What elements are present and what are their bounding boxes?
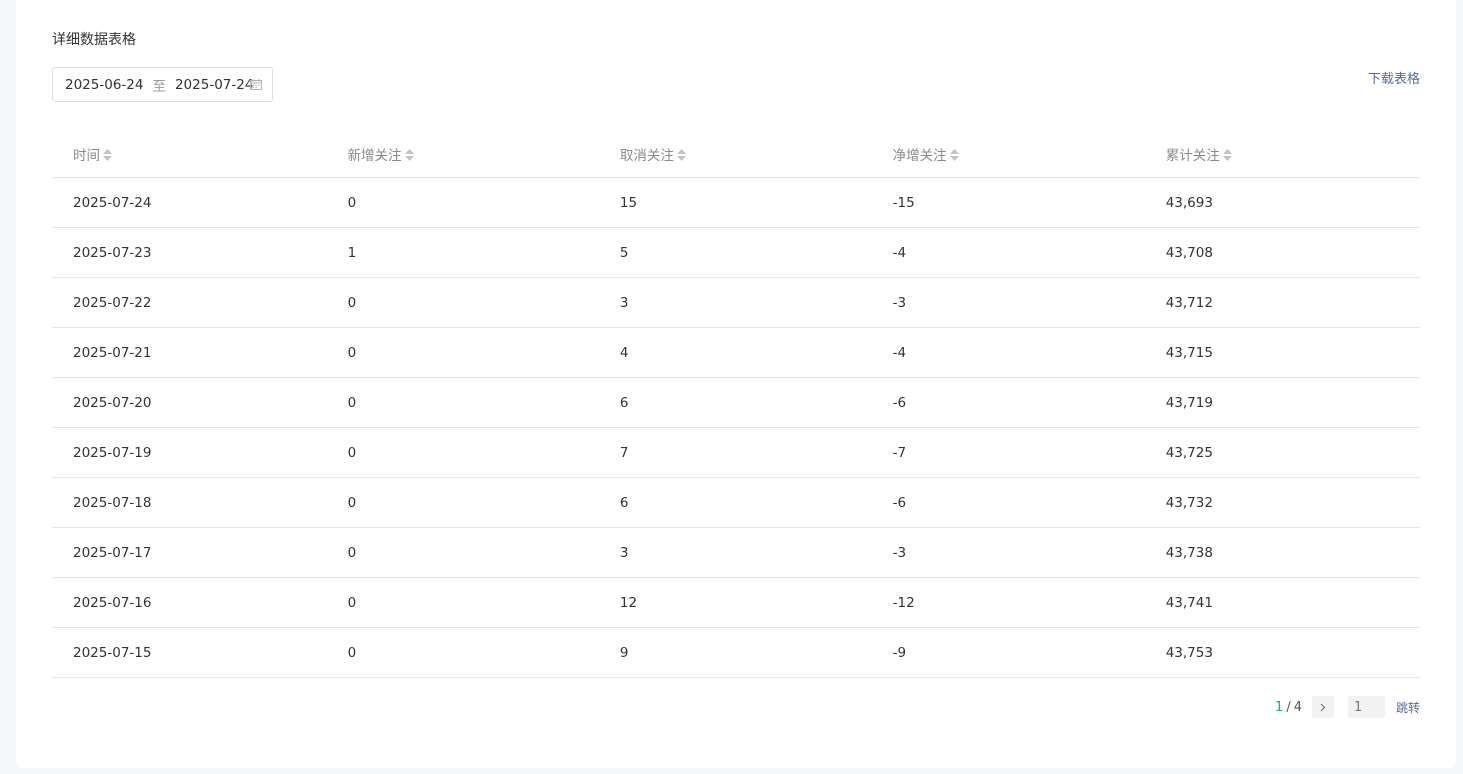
cell-net-follows: -4 [871, 227, 1145, 278]
cell-total-follows: 43,712 [1144, 277, 1420, 328]
date-range-start: 2025-06-24 [65, 76, 144, 93]
cell-time: 2025-07-22 [52, 277, 327, 328]
download-table-link[interactable]: 下载表格 [1368, 68, 1420, 87]
detail-data-card: 详细数据表格 2025-06-24 至 2025-07-24 下载表格 时间 新… [16, 0, 1456, 768]
cell-net-follows: -6 [871, 377, 1145, 428]
cell-unfollows: 6 [598, 377, 872, 428]
sort-icon [103, 148, 112, 161]
cell-net-follows: -12 [871, 577, 1145, 628]
table-row: 2025-07-20 0 6 -6 43,719 [52, 377, 1420, 428]
cell-net-follows: -4 [871, 327, 1145, 378]
cell-unfollows: 3 [598, 277, 872, 328]
cell-unfollows: 6 [598, 477, 872, 528]
cell-time: 2025-07-16 [52, 577, 327, 628]
cell-new-follows: 1 [326, 227, 599, 278]
cell-total-follows: 43,708 [1144, 227, 1420, 278]
cell-total-follows: 43,732 [1144, 477, 1420, 528]
cell-new-follows: 0 [326, 327, 599, 378]
table-row: 2025-07-22 0 3 -3 43,712 [52, 277, 1420, 328]
pagination-current-page: 1 [1275, 699, 1284, 715]
pagination: 1 / 4 跳转 [1275, 696, 1420, 718]
cell-unfollows: 9 [598, 627, 872, 678]
sort-icon [1222, 148, 1232, 161]
cell-new-follows: 0 [326, 527, 599, 578]
page-jump-button[interactable]: 跳转 [1396, 699, 1420, 716]
data-table: 时间 新增关注 取消关注 净增关注 累计关注 2025-07-24 0 15 -… [52, 130, 1420, 678]
cell-time: 2025-07-15 [52, 627, 327, 678]
next-page-button[interactable] [1311, 696, 1334, 718]
cell-time: 2025-07-18 [52, 477, 327, 528]
cell-total-follows: 43,693 [1144, 177, 1420, 228]
cell-new-follows: 0 [326, 377, 599, 428]
date-range-picker[interactable]: 2025-06-24 至 2025-07-24 [52, 67, 273, 102]
date-range-separator: 至 [152, 78, 166, 95]
column-header-net-follows[interactable]: 净增关注 [871, 130, 1145, 178]
cell-total-follows: 43,725 [1144, 427, 1420, 478]
cell-unfollows: 7 [598, 427, 872, 478]
cell-total-follows: 43,715 [1144, 327, 1420, 378]
column-header-total-follows[interactable]: 累计关注 [1144, 130, 1420, 178]
cell-net-follows: -3 [871, 527, 1145, 578]
cell-new-follows: 0 [326, 577, 599, 628]
cell-net-follows: -7 [871, 427, 1145, 478]
pagination-separator: / [1286, 699, 1291, 715]
cell-new-follows: 0 [326, 177, 599, 228]
table-row: 2025-07-17 0 3 -3 43,738 [52, 527, 1420, 578]
cell-new-follows: 0 [326, 477, 599, 528]
cell-time: 2025-07-24 [52, 177, 327, 228]
calendar-icon [250, 79, 262, 90]
table-row: 2025-07-21 0 4 -4 43,715 [52, 327, 1420, 378]
page-jump-input[interactable] [1347, 696, 1385, 718]
cell-unfollows: 5 [598, 227, 872, 278]
cell-time: 2025-07-20 [52, 377, 327, 428]
sort-icon [404, 148, 414, 161]
cell-unfollows: 4 [598, 327, 872, 378]
column-header-new-follows[interactable]: 新增关注 [326, 130, 599, 178]
pagination-total-pages: 4 [1293, 699, 1302, 715]
cell-new-follows: 0 [326, 627, 599, 678]
date-range-end: 2025-07-24 [174, 76, 254, 93]
section-title: 详细数据表格 [52, 32, 136, 48]
cell-net-follows: -9 [871, 627, 1145, 678]
column-header-unfollows[interactable]: 取消关注 [598, 130, 872, 178]
cell-time: 2025-07-17 [52, 527, 327, 578]
cell-net-follows: -3 [871, 277, 1145, 328]
cell-total-follows: 43,719 [1144, 377, 1420, 428]
table-row: 2025-07-15 0 9 -9 43,753 [52, 627, 1420, 678]
table-row: 2025-07-18 0 6 -6 43,732 [52, 477, 1420, 528]
table-row: 2025-07-23 1 5 -4 43,708 [52, 227, 1420, 278]
cell-unfollows: 12 [598, 577, 872, 628]
cell-new-follows: 0 [326, 277, 599, 328]
cell-net-follows: -6 [871, 477, 1145, 528]
cell-total-follows: 43,753 [1144, 627, 1420, 678]
cell-total-follows: 43,741 [1144, 577, 1420, 628]
chevron-right-icon [1320, 703, 1326, 711]
cell-time: 2025-07-23 [52, 227, 327, 278]
table-row: 2025-07-16 0 12 -12 43,741 [52, 577, 1420, 628]
column-header-time[interactable]: 时间 [52, 130, 327, 178]
cell-time: 2025-07-19 [52, 427, 327, 478]
cell-net-follows: -15 [871, 177, 1145, 228]
cell-new-follows: 0 [326, 427, 599, 478]
cell-unfollows: 15 [598, 177, 872, 228]
table-row: 2025-07-24 0 15 -15 43,693 [52, 177, 1420, 228]
table-row: 2025-07-19 0 7 -7 43,725 [52, 427, 1420, 478]
cell-total-follows: 43,738 [1144, 527, 1420, 578]
table-header-row: 时间 新增关注 取消关注 净增关注 累计关注 [52, 130, 1420, 178]
sort-icon [949, 148, 959, 161]
sort-icon [676, 148, 686, 161]
cell-unfollows: 3 [598, 527, 872, 578]
cell-time: 2025-07-21 [52, 327, 327, 378]
